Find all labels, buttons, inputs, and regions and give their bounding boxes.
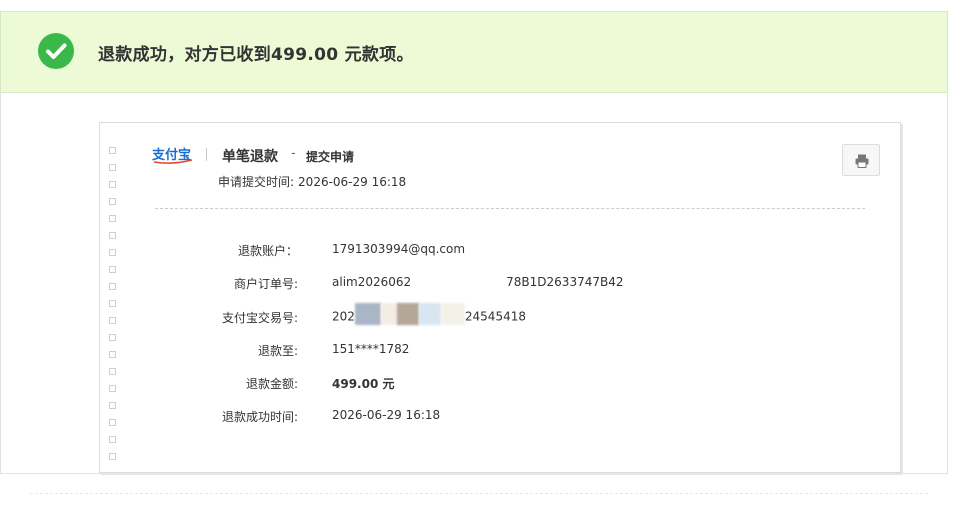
refund-details: 退款账户： 1791303994@qq.com 商户订单号: alim20260… xyxy=(100,236,900,436)
detail-row-refund-amount: 退款金额: 499.00 元 xyxy=(100,369,900,402)
refund-amount: 499.00 xyxy=(271,45,339,65)
detail-row-alipay-trade: 支付宝交易号: 202 24545418 xyxy=(100,302,900,336)
bottom-divider xyxy=(30,493,928,494)
print-button[interactable] xyxy=(842,144,880,176)
success-banner: 退款成功，对方已收到499.00 元款项。 xyxy=(0,11,948,93)
refund-account-value: 1791303994@qq.com xyxy=(332,242,466,256)
detail-row-refund-to: 退款至: 151****1782 xyxy=(100,336,900,369)
detail-row-refund-account: 退款账户： 1791303994@qq.com xyxy=(100,236,900,269)
merchant-order-value: alim2026062 78B1D2633747B42 xyxy=(332,275,624,290)
detail-row-merchant-order: 商户订单号: alim2026062 78B1D2633747B42 xyxy=(100,269,900,302)
submit-time: 申请提交时间: 2026-06-29 16:18 xyxy=(218,173,406,190)
refund-account-label: 退款账户： xyxy=(237,244,298,258)
alipay-trade-value: 202 24545418 xyxy=(332,302,526,325)
success-message: 退款成功，对方已收到499.00 元款项。 xyxy=(98,45,414,65)
check-circle-icon xyxy=(38,33,74,69)
title-dash: - xyxy=(291,146,296,161)
submit-time-value: 2026-06-29 16:18 xyxy=(298,175,407,189)
receipt-title: 单笔退款 xyxy=(222,149,278,165)
refund-success-time-label: 退款成功时间: xyxy=(221,410,298,425)
refund-to-value: 151****1782 xyxy=(332,341,410,356)
refund-to-label: 退款至: xyxy=(257,343,298,358)
receipt-divider xyxy=(155,208,865,209)
alipay-logo: 支付宝 xyxy=(151,146,198,164)
refund-success-page: 退款成功，对方已收到499.00 元款项。 支付宝 单笔退款 - 提交申请 申请… xyxy=(0,0,958,511)
refund-amount-value: 499.00 元 xyxy=(332,377,395,392)
alipay-trade-label: 支付宝交易号: xyxy=(221,310,298,325)
refund-amount-label: 退款金额: xyxy=(245,377,298,392)
svg-text:支付宝: 支付宝 xyxy=(152,147,191,163)
receipt-subtitle: 提交申请 xyxy=(306,150,355,164)
refund-success-time-value: 2026-06-29 16:18 xyxy=(332,408,441,423)
title-separator xyxy=(206,148,207,161)
merchant-order-label: 商户订单号: xyxy=(233,277,298,292)
printer-icon xyxy=(855,154,869,168)
refund-receipt: 支付宝 单笔退款 - 提交申请 申请提交时间: 2026-06-29 16:18 … xyxy=(99,122,901,473)
detail-row-refund-success-time: 退款成功时间: 2026-06-29 16:18 xyxy=(100,402,900,435)
submit-time-label: 申请提交时间: xyxy=(218,175,295,189)
redaction-mosaic xyxy=(354,302,465,325)
